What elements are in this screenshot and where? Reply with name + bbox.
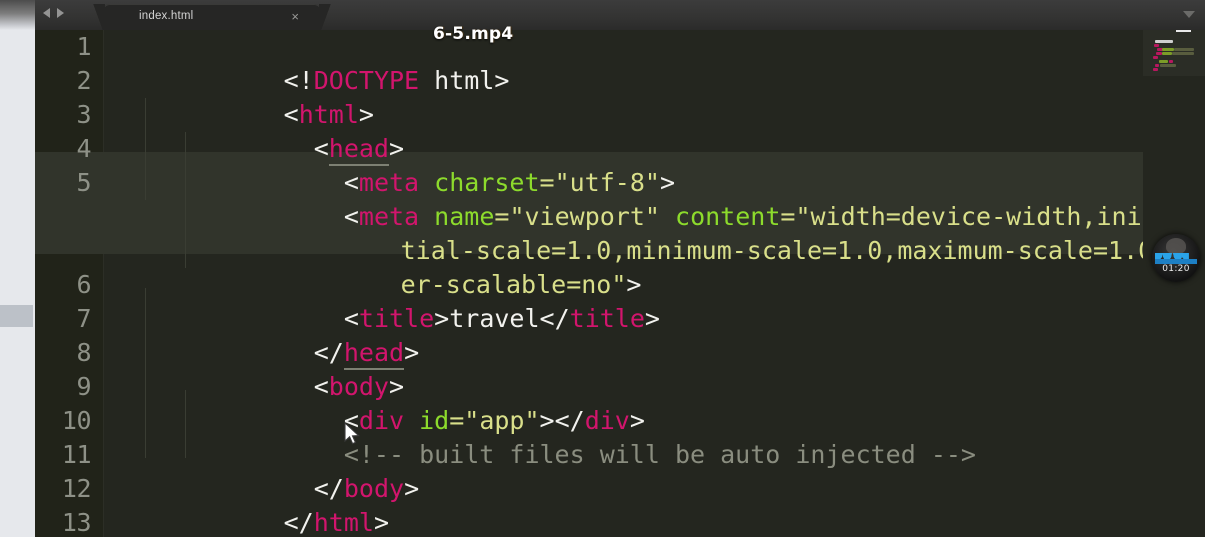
screenshot-root: index.html × 1 <!DOCTYPE html> 2 <html> … [0,0,1205,537]
nav-back-icon[interactable] [43,8,50,18]
line-number: 4 [76,134,91,163]
minimap-line [1174,48,1194,51]
minimize-icon[interactable] [1176,30,1191,32]
minimap-line [1159,60,1168,63]
line-number: 3 [76,100,91,129]
code-line-12[interactable]: 12 </html> [35,472,1205,537]
mouse-cursor [344,422,360,445]
code-line-5-wrap-2[interactable]: er-scalable=no"> [35,234,1205,299]
code-line-13[interactable]: 13 [35,506,1205,537]
webcam-bubble-overlay[interactable]: 01:20 [1152,234,1200,282]
line-number: 5 [76,168,91,197]
minimap-line [1155,40,1173,43]
line-number: 11 [61,440,92,469]
line-number: 9 [76,372,91,401]
nav-forward-icon[interactable] [57,8,64,18]
editor-tab-index-html[interactable]: index.html × [92,4,332,30]
minimap-line [1162,52,1172,55]
code-line-2[interactable]: 2 <html> [35,64,1205,129]
line-number: 13 [61,508,92,537]
left-panel-selected-item[interactable] [0,305,33,327]
tab-navigation[interactable] [43,8,64,18]
bubble-timestamp: 01:20 [1162,264,1190,274]
line-number: 12 [61,474,92,503]
line-content [103,506,284,537]
code-line-4[interactable]: 4 <meta charset="utf-8"> [35,132,1205,197]
code-line-11[interactable]: 11 </body> [35,438,1205,503]
chevron-down-icon[interactable] [1183,11,1195,18]
close-icon[interactable]: × [291,8,299,26]
code-line-9[interactable]: 9 <div id="app"></div> [35,370,1205,435]
code-line-8[interactable]: 8 <body> [35,336,1205,401]
line-number: 1 [76,32,91,61]
code-line-5[interactable]: 5 <meta name="viewport" content="width=d… [35,166,1205,231]
line-number: 7 [76,304,91,333]
code-line-5-wrap-1[interactable]: tial-scale=1.0,minimum-scale=1.0,maximum… [35,200,1205,265]
code-editor-window: index.html × 1 <!DOCTYPE html> 2 <html> … [35,0,1205,537]
left-panel-titlebar [0,0,35,30]
minimap-line [1153,56,1158,59]
speaker-silhouette-icon [1166,238,1186,254]
tab-label: index.html [139,10,194,22]
minimap-line [1172,52,1194,55]
code-line-10[interactable]: 10 <!-- built files will be auto injecte… [35,404,1205,469]
minimap[interactable] [1143,30,1205,537]
code-line-3[interactable]: 3 <head> [35,98,1205,166]
code-line-7[interactable]: 7 </head> [35,302,1205,370]
code-line-6[interactable]: 6 <title>travel</title> [35,268,1205,333]
line-number: 10 [61,406,92,435]
minimap-line [1162,48,1174,51]
left-panel[interactable] [0,0,35,537]
minimap-line [1155,64,1159,67]
code-line-1[interactable]: 1 <!DOCTYPE html> [35,30,1205,95]
line-number: 2 [76,66,91,95]
minimap-line [1154,44,1159,47]
minimap-line [1160,64,1176,67]
line-number: 8 [76,338,91,367]
line-number: 6 [76,270,91,299]
minimap-line [1153,68,1158,71]
video-title: 6-5.mp4 [433,24,514,44]
editor-tab-bar: index.html × [35,0,1205,30]
code-pane[interactable]: 1 <!DOCTYPE html> 2 <html> 3 <head> 4 <m… [35,30,1205,537]
minimap-line [1169,60,1173,63]
